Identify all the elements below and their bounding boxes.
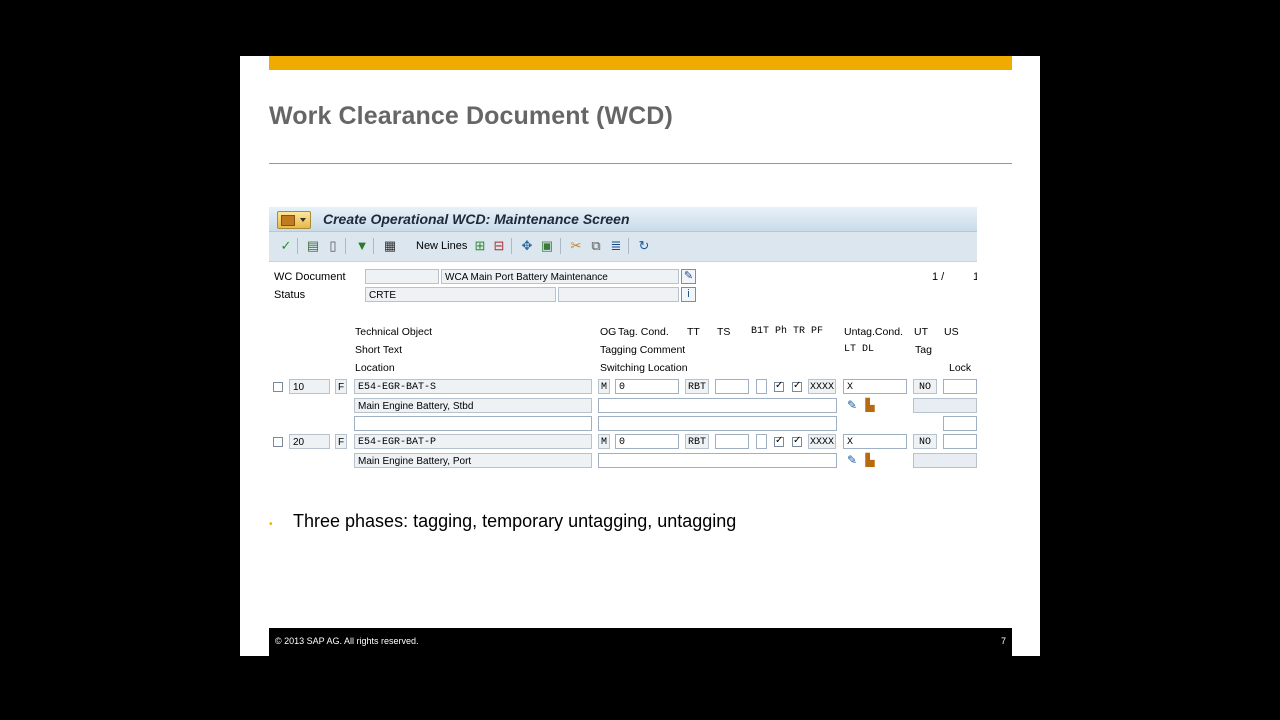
footer: © 2013 SAP AG. All rights reserved. 7	[269, 628, 1012, 656]
tr-checkbox[interactable]	[792, 435, 802, 447]
refresh-doc-icon[interactable]: ▣	[540, 239, 554, 253]
tag-cond-field[interactable]: 0	[615, 434, 679, 449]
page-total: 1	[973, 271, 977, 283]
status-extra-field	[558, 287, 679, 302]
b1t-field[interactable]	[756, 379, 767, 394]
window-titlebar: Create Operational WCD: Maintenance Scre…	[269, 207, 977, 232]
ut-field[interactable]: NO	[913, 434, 937, 449]
wc-document-text-field[interactable]: WCA Main Port Battery Maintenance	[441, 269, 679, 284]
col-tagging-comment: Tagging Comment	[600, 344, 686, 356]
tt-field[interactable]: RBT	[685, 434, 709, 449]
col-switching-location: Switching Location	[600, 362, 688, 374]
align-icon[interactable]: ≣	[609, 239, 623, 253]
col-b1t-ph-tr-pf: B1T Ph TR PF	[751, 326, 824, 337]
tt-field[interactable]: RBT	[685, 379, 709, 394]
bullet-text: Three phases: tagging, temporary untaggi…	[293, 511, 737, 531]
flag-field: F	[335, 379, 347, 394]
lock-object-icon[interactable]: ▙	[863, 398, 877, 412]
copy-icon[interactable]: ⧉	[589, 239, 603, 253]
col-technical-object: Technical Object	[355, 326, 433, 338]
us-field[interactable]	[943, 434, 977, 449]
pf-field[interactable]: XXXX	[808, 379, 836, 394]
ts-field[interactable]	[715, 434, 749, 449]
col-ts: TS	[717, 326, 731, 338]
col-og: OG	[600, 326, 617, 338]
item-number-field: 20	[289, 434, 330, 449]
col-lock: Lock	[949, 362, 972, 374]
us-field[interactable]	[943, 379, 977, 394]
row-select-checkbox[interactable]	[273, 382, 283, 392]
lock-object-icon[interactable]: ▙	[863, 453, 877, 467]
technical-object-field[interactable]: E54-EGR-BAT-S	[354, 379, 592, 394]
col-tag-cond: Tag. Cond.	[618, 326, 669, 338]
slide-title: Work Clearance Document (WCD)	[269, 102, 673, 130]
title-divider	[269, 163, 1012, 164]
edit-text-icon[interactable]: ✎	[845, 398, 859, 412]
wc-document-number-field[interactable]	[365, 269, 439, 284]
technical-object-field[interactable]: E54-EGR-BAT-P	[354, 434, 592, 449]
untag-cond-field[interactable]: X	[843, 434, 907, 449]
undo-icon[interactable]: ↻	[637, 239, 651, 253]
pf-field[interactable]: XXXX	[808, 434, 836, 449]
filter-icon[interactable]: ▼	[355, 239, 369, 253]
tagging-comment-field[interactable]	[598, 453, 837, 468]
footer-copyright: © 2013 SAP AG. All rights reserved.	[275, 636, 419, 646]
wc-document-label: WC Document	[274, 271, 346, 283]
short-text-field[interactable]: Main Engine Battery, Stbd	[354, 398, 592, 413]
col-tt: TT	[687, 326, 700, 338]
ts-field[interactable]	[715, 379, 749, 394]
edit-long-text-icon[interactable]: ✎	[681, 269, 696, 284]
tag-cond-field[interactable]: 0	[615, 379, 679, 394]
tag-field	[913, 453, 977, 468]
short-text-field[interactable]: Main Engine Battery, Port	[354, 453, 592, 468]
insert-row-icon[interactable]: ⊞	[473, 239, 487, 253]
col-ut: UT	[914, 326, 928, 338]
ph-checkbox[interactable]	[774, 435, 784, 447]
info-icon[interactable]: i	[681, 287, 696, 302]
status-field: CRTE	[365, 287, 556, 302]
switching-location-field[interactable]	[598, 416, 837, 431]
ph-checkbox[interactable]	[774, 380, 784, 392]
columns-icon[interactable]: ▦	[383, 239, 397, 253]
col-us: US	[944, 326, 959, 338]
flag-field: F	[335, 434, 347, 449]
bullet-dot: •	[269, 519, 273, 530]
edit-text-icon[interactable]: ✎	[845, 453, 859, 467]
ut-field[interactable]: NO	[913, 379, 937, 394]
og-field[interactable]: M	[598, 434, 610, 449]
b1t-field[interactable]	[756, 434, 767, 449]
check-icon[interactable]: ✓	[279, 239, 293, 253]
location-field[interactable]	[354, 416, 592, 431]
status-label: Status	[274, 289, 306, 301]
doc-icon[interactable]: ▯	[326, 239, 340, 253]
copy-doc-icon[interactable]: ▤	[306, 239, 320, 253]
slide: Work Clearance Document (WCD) Create Ope…	[240, 56, 1040, 656]
application-toolbar: ✓ ▤ ▯ ▼ ▦ New Lines ⊞ ⊟ ✥ ▣ ✂ ⧉ ≣ ↻	[269, 232, 977, 262]
move-icon[interactable]: ✥	[520, 239, 534, 253]
lock-field[interactable]	[943, 416, 977, 431]
tr-checkbox[interactable]	[792, 380, 802, 392]
og-field[interactable]: M	[598, 379, 610, 394]
tagging-comment-field[interactable]	[598, 398, 837, 413]
col-untag-cond: Untag.Cond.	[844, 326, 903, 338]
col-tag: Tag	[915, 344, 932, 356]
window-title: Create Operational WCD: Maintenance Scre…	[323, 211, 630, 227]
item-number-field: 10	[289, 379, 330, 394]
col-location: Location	[355, 362, 395, 374]
accent-bar	[269, 56, 1012, 70]
page-number: 7	[1000, 636, 1006, 646]
new-lines-button[interactable]: New Lines	[416, 240, 467, 252]
col-short-text: Short Text	[355, 344, 403, 356]
col-lt-dl: LT DL	[844, 344, 875, 355]
delete-row-icon[interactable]: ⊟	[492, 239, 506, 253]
untag-cond-field[interactable]: X	[843, 379, 907, 394]
row-select-checkbox[interactable]	[273, 437, 283, 447]
sap-screenshot: Create Operational WCD: Maintenance Scre…	[269, 207, 977, 471]
tag-field	[913, 398, 977, 413]
system-menu-icon[interactable]	[277, 211, 311, 229]
cut-icon[interactable]: ✂	[569, 239, 583, 253]
page-info: 1 /	[932, 271, 945, 283]
